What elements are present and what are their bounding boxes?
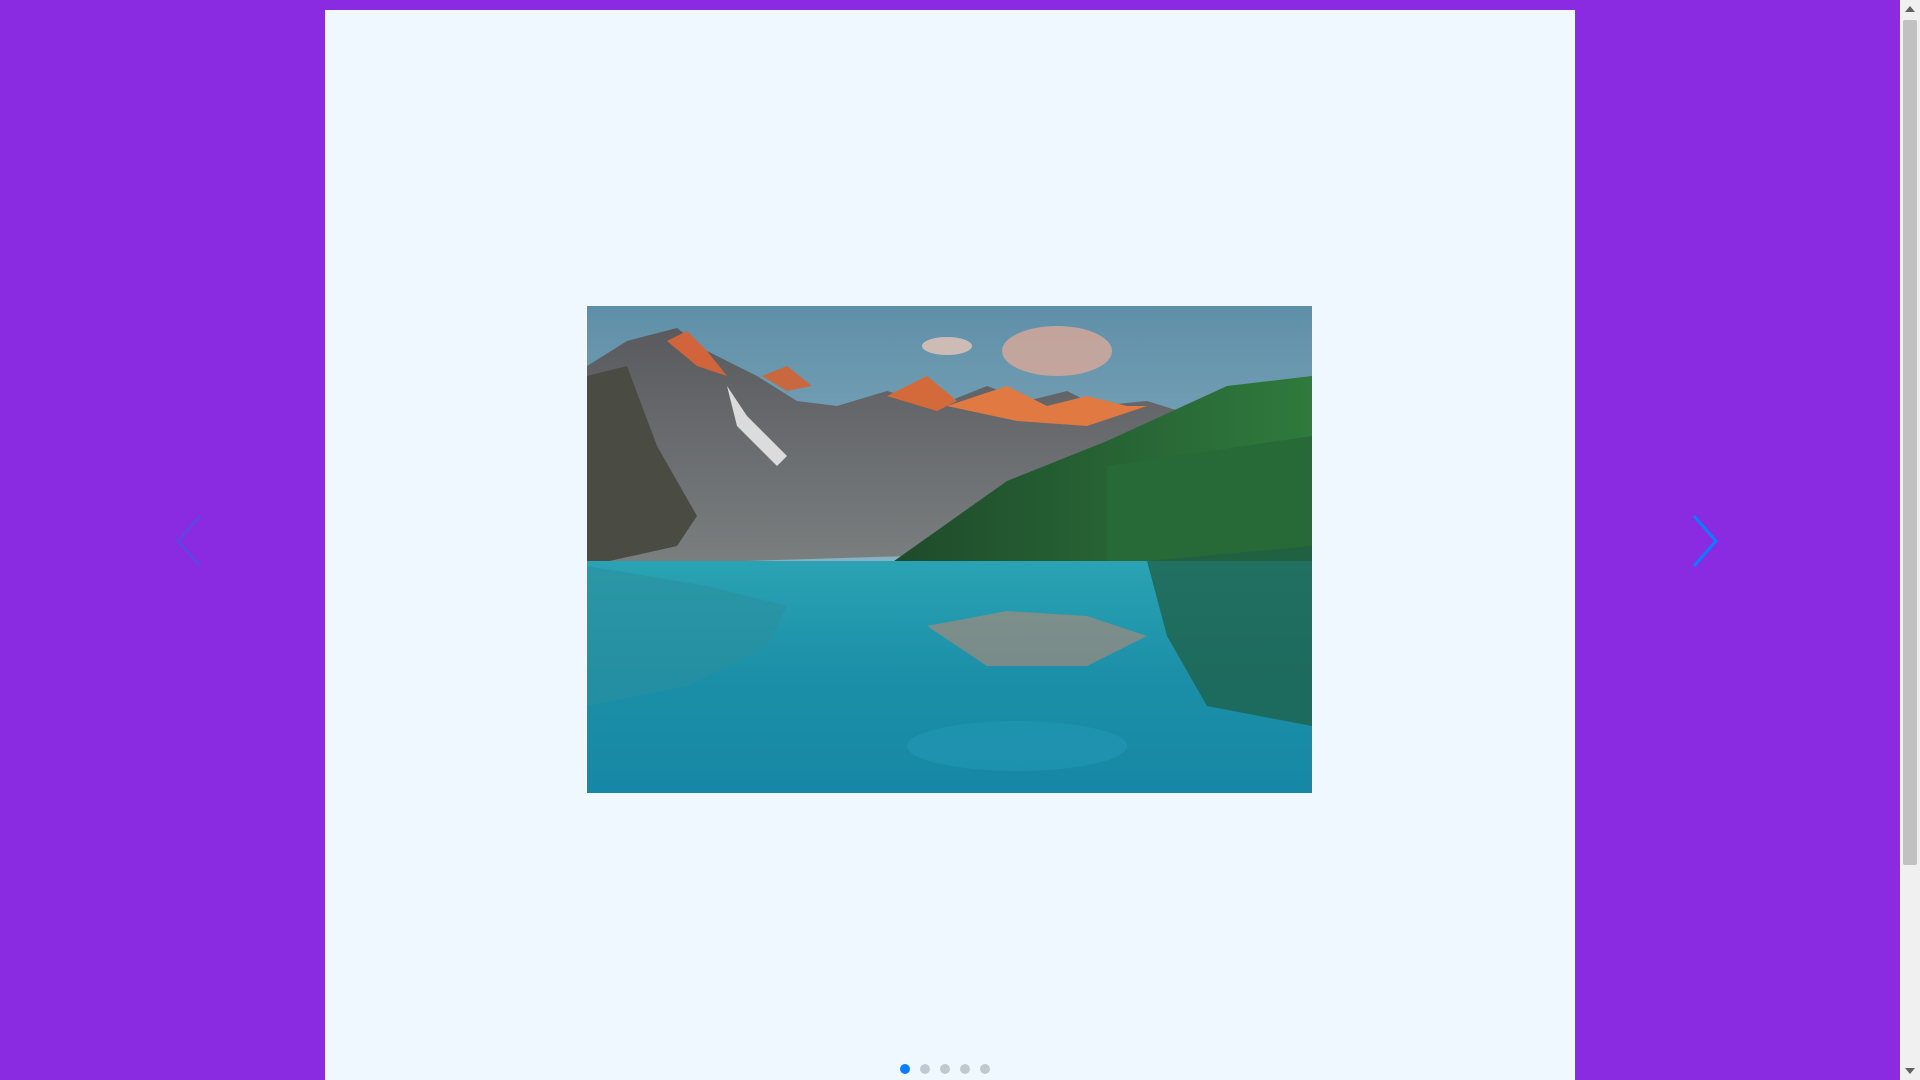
carousel-dot-2[interactable] — [920, 1064, 930, 1074]
carousel-prev-button[interactable] — [172, 510, 212, 572]
scrollbar-thumb[interactable] — [1903, 20, 1917, 865]
carousel-dot-4[interactable] — [960, 1064, 970, 1074]
chevron-left-icon — [176, 515, 201, 567]
scroll-up-icon[interactable] — [1905, 6, 1915, 12]
carousel-slide-image — [587, 306, 1312, 793]
carousel-dot-5[interactable] — [980, 1064, 990, 1074]
chevron-right-icon — [1692, 515, 1718, 567]
carousel-dot-3[interactable] — [940, 1064, 950, 1074]
page-scrollbar[interactable] — [1900, 0, 1920, 1080]
scroll-down-icon[interactable] — [1905, 1068, 1915, 1074]
page — [0, 0, 1900, 1080]
carousel-dot-1[interactable] — [900, 1064, 910, 1074]
carousel-next-button[interactable] — [1688, 510, 1728, 572]
carousel-indicators — [900, 1063, 1000, 1075]
